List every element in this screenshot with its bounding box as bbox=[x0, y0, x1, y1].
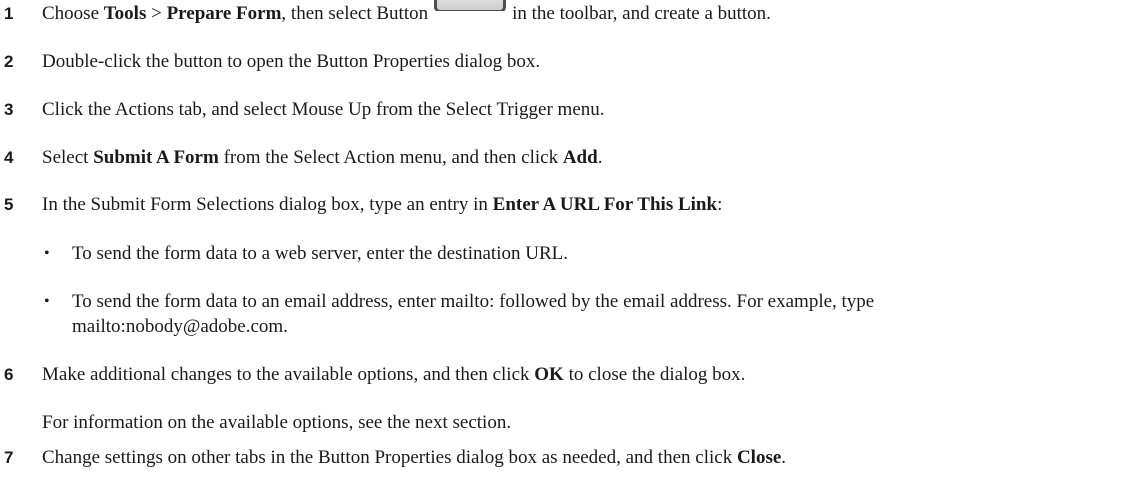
bullet-icon: • bbox=[44, 293, 50, 310]
button-tool-icon bbox=[428, 0, 512, 11]
note-text: For information on the available options… bbox=[42, 412, 512, 433]
step-number: 2 bbox=[4, 52, 14, 71]
step-text: Double-click the button to open the Butt… bbox=[42, 51, 541, 72]
step-text: Click the Actions tab, and select Mouse … bbox=[42, 99, 605, 120]
step-text: Select Submit A Form from the Select Act… bbox=[42, 147, 603, 168]
bullet-text: mailto:nobody@adobe.com. bbox=[72, 316, 288, 337]
step-text: In the Submit Form Selections dialog box… bbox=[42, 194, 723, 215]
bullet-text: To send the form data to an email addres… bbox=[72, 291, 875, 312]
step-number: 6 bbox=[4, 365, 14, 384]
step-text: Make additional changes to the available… bbox=[42, 364, 746, 385]
step-number: 3 bbox=[4, 100, 14, 119]
step-number: 4 bbox=[4, 148, 14, 167]
step-text: Choose Tools > Prepare Form, then select… bbox=[42, 0, 771, 26]
bullet-icon: • bbox=[44, 245, 50, 262]
step-number: 1 bbox=[4, 4, 14, 23]
step-text: Change settings on other tabs in the But… bbox=[42, 447, 787, 468]
step-number: 7 bbox=[4, 448, 14, 467]
bullet-text: To send the form data to a web server, e… bbox=[72, 243, 568, 264]
step-number: 5 bbox=[4, 195, 14, 214]
